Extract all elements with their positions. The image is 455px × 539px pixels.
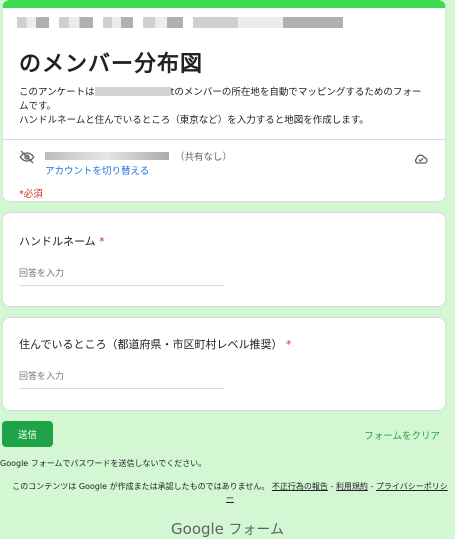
cloud-icon[interactable] <box>413 151 429 167</box>
redacted-group-name <box>94 87 171 96</box>
eye-off-icon <box>19 150 35 164</box>
brand-forms: フォーム <box>228 522 284 538</box>
description-line2: ハンドルネームと住んでいるところ（東京など）を入力すると地図を作成します。 <box>19 115 369 126</box>
disclaimer-text: このコンテンツは Google が作成または承認したものではありません。 <box>12 482 270 491</box>
redacted-email <box>45 152 169 160</box>
report-abuse-link[interactable]: 不正行為の報告 <box>272 482 328 491</box>
question-card-handle-name: ハンドルネーム * <box>2 212 446 307</box>
submit-button[interactable]: 送信 <box>2 421 53 447</box>
handle-name-input[interactable] <box>19 267 225 286</box>
switch-account-link[interactable]: アカウントを切り替える <box>45 163 149 177</box>
separator: - <box>370 482 374 491</box>
required-note: *必須 <box>19 189 43 200</box>
location-input[interactable] <box>19 370 225 389</box>
google-forms-logo[interactable]: Google フォーム <box>0 519 455 539</box>
account-row: （共有なし） アカウントを切り替える <box>19 149 429 177</box>
divider <box>3 139 445 140</box>
clear-form-button[interactable]: フォームをクリア <box>364 428 440 442</box>
form-header-card: のメンバー分布図 このアンケートは tのメンバーの所在地を自動でマッピングするため… <box>2 0 446 202</box>
footer-disclaimer: このコンテンツは Google が作成または承認したものではありません。 不正行… <box>10 481 450 505</box>
question-card-location: 住んでいるところ（都道府県・市区町村レベル推奨） * <box>2 317 446 411</box>
question-label-text: 住んでいるところ（都道府県・市区町村レベル推奨） <box>19 338 283 351</box>
question-label-text: ハンドルネーム <box>19 235 96 248</box>
redacted-title-prefix <box>17 17 343 28</box>
required-mark: * <box>285 338 292 351</box>
question-label: ハンドルネーム * <box>19 233 105 249</box>
form-title: のメンバー分布図 <box>19 52 204 77</box>
form-description: このアンケートは tのメンバーの所在地を自動でマッピングするためのフォームです。 … <box>19 86 429 128</box>
description-pre: このアンケートは <box>19 87 95 98</box>
question-label: 住んでいるところ（都道府県・市区町村レベル推奨） * <box>19 336 291 352</box>
share-note: （共有なし） <box>175 152 233 163</box>
required-mark: * <box>99 235 105 248</box>
password-note: Google フォームでパスワードを送信しないでください。 <box>0 459 207 468</box>
brand-google: Google <box>171 520 224 538</box>
terms-link[interactable]: 利用規約 <box>336 482 368 491</box>
separator: - <box>330 482 334 491</box>
